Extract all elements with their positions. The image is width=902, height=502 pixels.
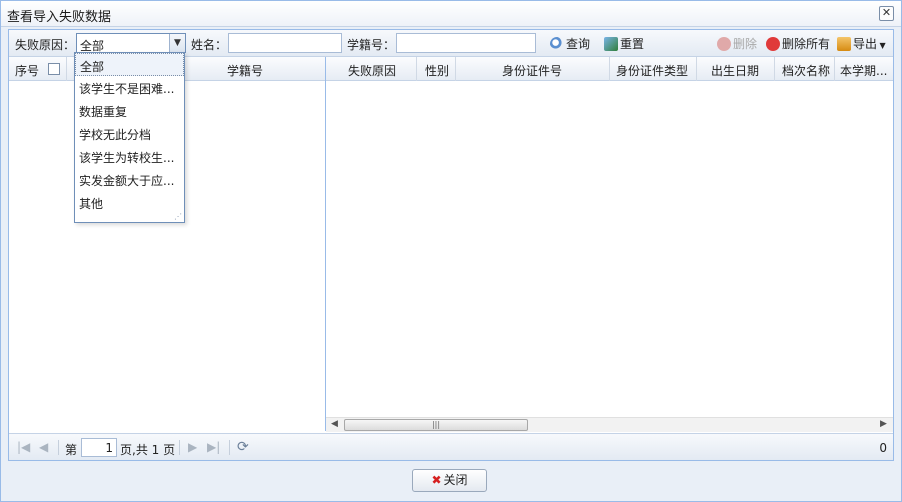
close-icon: ✖ xyxy=(431,473,442,487)
page-number-input[interactable]: 1 xyxy=(81,438,117,457)
col-semester[interactable]: 本学期... xyxy=(840,62,887,79)
col-id-type[interactable]: 身份证件类型 xyxy=(616,62,688,79)
delete-icon xyxy=(717,37,731,51)
student-no-label: 学籍号： xyxy=(347,38,396,52)
prev-page-icon[interactable]: ◀ xyxy=(39,440,48,454)
delete-all-button[interactable]: 删除所有 xyxy=(766,35,830,52)
col-fail-reason[interactable]: 失败原因 xyxy=(348,62,396,79)
dropdown-option[interactable]: 实发金额大于应... xyxy=(75,168,184,191)
paging-toolbar: |◀ ◀ 第 1 页,共 1 页 ▶ ▶| ⟳ 0 xyxy=(9,433,893,460)
search-button[interactable]: 查询 xyxy=(550,35,590,52)
close-button[interactable]: ✖ 关闭 xyxy=(412,469,487,492)
chevron-down-icon[interactable]: ▼ xyxy=(169,34,185,52)
col-gender[interactable]: 性别 xyxy=(425,62,449,79)
col-birth-date[interactable]: 出生日期 xyxy=(711,62,759,79)
resize-grip-icon[interactable]: ⋰ xyxy=(174,212,182,221)
refresh-icon[interactable]: ⟳ xyxy=(237,439,249,455)
name-input[interactable] xyxy=(228,33,342,53)
total-count: 0 xyxy=(879,441,887,455)
dropdown-option[interactable]: 数据重复 xyxy=(75,99,184,122)
dropdown-option[interactable]: 其他 xyxy=(75,191,184,214)
scroll-right-icon[interactable]: ▶ xyxy=(880,419,887,429)
col-seq[interactable]: 序号 xyxy=(15,62,39,79)
page-prefix: 第 xyxy=(65,443,78,457)
name-label: 姓名： xyxy=(191,38,228,52)
dropdown-option[interactable]: 全部 xyxy=(75,53,184,76)
horizontal-scrollbar[interactable]: ◀ ||| ▶ xyxy=(326,417,893,432)
col-student-no[interactable]: 学籍号 xyxy=(227,62,263,79)
last-page-icon[interactable]: ▶| xyxy=(207,440,220,454)
export-button[interactable]: 导出 ▼ xyxy=(837,35,886,52)
student-no-input[interactable] xyxy=(396,33,536,53)
col-tier-name[interactable]: 档次名称 xyxy=(782,62,830,79)
dropdown-option[interactable]: 学校无此分档 xyxy=(75,122,184,145)
select-all-checkbox[interactable] xyxy=(48,63,60,75)
grid-splitter[interactable] xyxy=(325,57,326,431)
reset-icon xyxy=(604,37,618,51)
delete-button[interactable]: 删除 xyxy=(717,35,757,52)
next-page-icon[interactable]: ▶ xyxy=(188,440,197,454)
title-bar[interactable]: 查看导入失败数据 ✕ xyxy=(1,1,901,27)
first-page-icon[interactable]: |◀ xyxy=(17,440,30,454)
scroll-left-icon[interactable]: ◀ xyxy=(331,419,338,429)
right-grid-header: 失败原因 性别 身份证件号 身份证件类型 出生日期 档次名称 本学期... xyxy=(326,57,893,81)
scroll-thumb[interactable]: ||| xyxy=(344,419,528,431)
dropdown-option[interactable]: 该学生为转校生... xyxy=(75,145,184,168)
export-icon xyxy=(837,37,851,51)
reason-combo[interactable]: 全部 ▼ xyxy=(76,33,186,53)
reason-label: 失败原因： xyxy=(15,38,76,52)
reason-dropdown-list: 全部 该学生不是困难... 数据重复 学校无此分档 该学生为转校生... 实发金… xyxy=(74,52,185,223)
dropdown-option[interactable]: 该学生不是困难... xyxy=(75,76,184,99)
delete-all-icon xyxy=(766,37,780,51)
col-id-number[interactable]: 身份证件号 xyxy=(502,62,562,79)
window-title: 查看导入失败数据 xyxy=(7,10,112,25)
close-window-icon[interactable]: ✕ xyxy=(879,6,894,21)
page-suffix: 页,共 1 页 xyxy=(120,443,176,457)
reset-button[interactable]: 重置 xyxy=(604,35,644,52)
reason-combo-value: 全部 xyxy=(80,39,105,53)
search-icon xyxy=(550,37,564,51)
